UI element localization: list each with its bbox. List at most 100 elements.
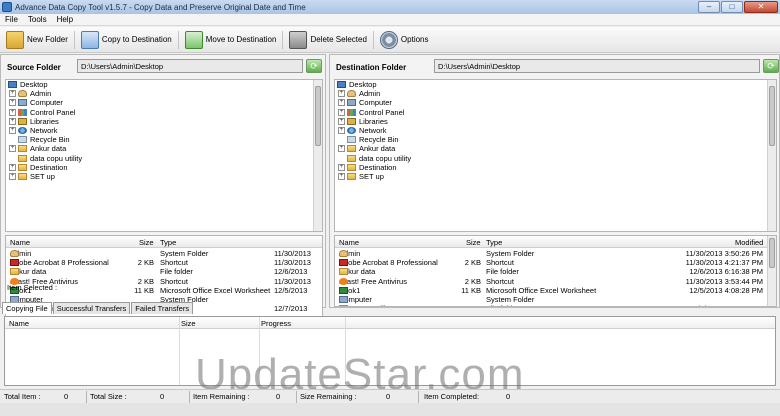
destination-tree-scrollbar[interactable] [767, 80, 776, 231]
grid-column-progress[interactable]: Progress [261, 319, 291, 328]
toolbar-separator [177, 30, 179, 49]
transfer-panel: Copying File Successful Transfers Failed… [0, 300, 780, 399]
source-tree[interactable]: Desktop + Admin + Computer + Control Panel + Lib… [5, 79, 323, 232]
source-path-field[interactable]: D:\Users\Admin\Desktop [77, 59, 303, 73]
menu-tools[interactable]: Tools [23, 15, 52, 24]
tree-item-label: Control Panel [359, 107, 405, 117]
source-refresh-button[interactable]: ⟳ [306, 59, 322, 73]
tree-item[interactable]: + Control Panel [335, 108, 776, 117]
tree-item-label: Admin [30, 89, 52, 99]
tree-item[interactable]: + Destination [6, 163, 322, 172]
expand-toggle[interactable]: + [338, 145, 345, 153]
copy-to-destination-button[interactable]: Copy to Destination [77, 29, 176, 51]
tree-item[interactable]: Recycle Bin [335, 135, 776, 144]
tree-item[interactable]: + Admin [335, 89, 776, 98]
tab-successful-transfers[interactable]: Successful Transfers [52, 302, 131, 314]
tree-item[interactable]: + Admin [6, 89, 322, 98]
tab-copying-file[interactable]: Copying File [2, 302, 52, 314]
copying-file-grid[interactable]: Name Size Progress UpdateStar.com [4, 316, 776, 399]
tab-failed-transfers[interactable]: Failed Transfers [131, 302, 194, 314]
expand-toggle[interactable]: + [9, 117, 16, 125]
expand-toggle[interactable]: + [338, 117, 345, 125]
list-item[interactable]: Adobe Acrobat 8 Professional 2 KB Shortcut… [6, 257, 322, 267]
scrollbar-thumb[interactable] [769, 86, 775, 146]
tree-item[interactable]: + Ankur data [6, 144, 322, 153]
user-icon [339, 250, 348, 257]
expand-toggle [9, 136, 16, 143]
source-header: Source Folder D:\Users\Admin\Desktop ⟳ [1, 55, 325, 77]
grid-column-name[interactable]: Name [9, 319, 29, 328]
source-tree-scrollbar[interactable] [313, 80, 322, 231]
expand-toggle[interactable]: + [9, 145, 16, 153]
tree-item[interactable]: + Destination [335, 163, 776, 172]
minimize-button[interactable]: – [698, 1, 720, 13]
column-size[interactable]: Size [466, 238, 481, 247]
tree-item[interactable]: + Computer [335, 98, 776, 107]
expand-toggle[interactable]: + [9, 127, 16, 135]
tree-item[interactable]: + SET up [6, 172, 322, 181]
column-name[interactable]: Name [10, 238, 30, 247]
tree-item[interactable]: Desktop [6, 80, 322, 89]
grid-column-size[interactable]: Size [181, 319, 196, 328]
expand-toggle[interactable]: + [338, 163, 345, 171]
list-item[interactable]: Ankur data File folder 12/6/2013 6:16:38 P… [335, 266, 776, 276]
expand-toggle[interactable]: + [338, 172, 345, 180]
folder-icon [347, 154, 356, 162]
tree-item[interactable]: + Control Panel [6, 108, 322, 117]
list-item[interactable]: Admin System Folder 11/30/2013 3:50:26 PM [335, 248, 776, 258]
destination-refresh-button[interactable]: ⟳ [763, 59, 779, 73]
list-item[interactable]: Adobe Acrobat 8 Professional 2 KB Shortcut… [335, 257, 776, 267]
maximize-button[interactable]: □ [721, 1, 743, 13]
expand-toggle[interactable]: + [9, 90, 16, 98]
tree-item-label: Network [30, 126, 58, 136]
tree-item[interactable]: + Network [6, 126, 322, 135]
delete-selected-button[interactable]: Delete Selected [285, 29, 370, 51]
tree-item[interactable]: + Libraries [6, 117, 322, 126]
destination-tree[interactable]: Desktop + Admin + Computer + Control Panel + Lib… [334, 79, 777, 232]
options-button[interactable]: Options [376, 29, 433, 51]
column-type[interactable]: Type [160, 238, 176, 247]
close-button[interactable]: ✕ [744, 1, 778, 13]
expand-toggle [338, 136, 345, 143]
list-item[interactable]: avast! Free Antivirus 2 KB Shortcut 11/30/2… [335, 276, 776, 286]
tree-item[interactable]: + Computer [6, 98, 322, 107]
destination-path-field[interactable]: D:\Users\Admin\Desktop [434, 59, 760, 73]
menu-help[interactable]: Help [52, 15, 78, 24]
move-to-destination-button[interactable]: Move to Destination [181, 29, 281, 51]
column-modified[interactable]: Modified [735, 238, 763, 247]
destination-list-scrollbar[interactable] [767, 236, 776, 306]
folder-icon [18, 145, 27, 153]
list-item[interactable]: Admin System Folder 11/30/2013 [6, 248, 322, 258]
new-folder-button[interactable]: New Folder [2, 29, 72, 51]
expand-toggle[interactable]: + [9, 163, 16, 171]
expand-toggle[interactable]: + [338, 127, 345, 135]
tree-item[interactable]: + SET up [335, 172, 776, 181]
tree-item[interactable]: Desktop [335, 80, 776, 89]
tree-item-label: data copu utility [359, 153, 412, 163]
expand-toggle[interactable]: + [9, 108, 16, 116]
column-name[interactable]: Name [339, 238, 359, 247]
tree-item[interactable]: Recycle Bin [6, 135, 322, 144]
scrollbar-thumb[interactable] [315, 86, 321, 146]
tree-item[interactable]: data copu utility [6, 154, 322, 163]
expand-toggle[interactable]: + [338, 90, 345, 98]
total-size-label: Total Size : [90, 392, 127, 401]
scrollbar-thumb[interactable] [769, 238, 775, 268]
column-type[interactable]: Type [486, 238, 502, 247]
expand-toggle[interactable]: + [9, 99, 16, 107]
column-size[interactable]: Size [139, 238, 154, 247]
menu-file[interactable]: File [0, 15, 23, 24]
list-item[interactable]: Ankur data File folder 12/6/2013 [6, 266, 322, 276]
tree-item[interactable]: + Network [335, 126, 776, 135]
status-separator [296, 391, 297, 403]
list-item[interactable]: Book1 11 KB Microsoft Office Excel Workshe… [335, 285, 776, 295]
tree-item[interactable]: + Ankur data [335, 144, 776, 153]
options-label: Options [400, 35, 429, 44]
tree-item[interactable]: data copu utility [335, 154, 776, 163]
expand-toggle[interactable]: + [9, 172, 16, 180]
tree-item[interactable]: + Libraries [335, 117, 776, 126]
expand-toggle[interactable]: + [338, 99, 345, 107]
destination-file-list[interactable]: Name Size Type Modified Admin System Fold… [334, 235, 777, 307]
expand-toggle[interactable]: + [338, 108, 345, 116]
status-bar: Total Item : 0 Total Size : 0 Item Remai… [0, 389, 780, 403]
